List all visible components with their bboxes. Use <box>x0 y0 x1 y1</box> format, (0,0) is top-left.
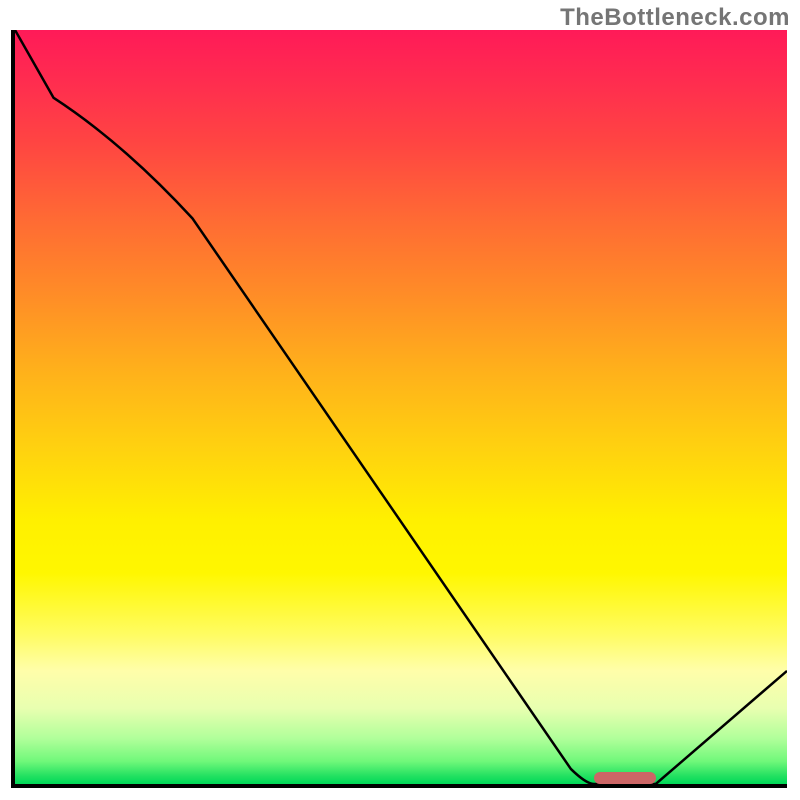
chart-container: TheBottleneck.com <box>0 0 800 800</box>
line-plot <box>15 30 787 784</box>
data-line <box>15 30 787 784</box>
plot-area <box>11 30 787 788</box>
optimal-marker <box>594 772 656 784</box>
watermark-text: TheBottleneck.com <box>560 4 790 32</box>
